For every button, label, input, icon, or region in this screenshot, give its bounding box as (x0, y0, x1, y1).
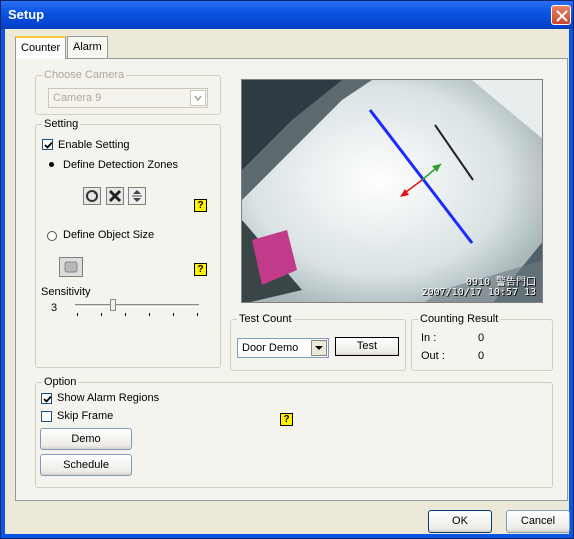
count-in-value: 0 (478, 332, 485, 344)
slider-tick (173, 313, 174, 316)
count-out-value: 0 (478, 350, 485, 362)
checkmark-icon (44, 141, 53, 149)
ok-button[interactable]: OK (428, 510, 492, 533)
window-frame-right (569, 29, 573, 538)
setting-group-label: Setting (42, 118, 81, 130)
title-bar[interactable]: Setup (1, 1, 573, 29)
refresh-zone-button[interactable] (83, 187, 101, 205)
up-down-arrows-icon (132, 190, 142, 202)
camera-dropdown-button[interactable] (190, 90, 206, 106)
tab-counter-label: Counter (21, 42, 61, 54)
close-button[interactable] (551, 5, 571, 25)
detection-zones-help-icon[interactable]: ? (194, 199, 207, 212)
delete-icon (108, 189, 122, 203)
show-alarm-regions-label: Show Alarm Regions (57, 392, 160, 404)
show-alarm-regions-checkbox[interactable] (41, 393, 52, 404)
demo-button[interactable]: Demo (40, 428, 132, 450)
enable-setting-label: Enable Setting (58, 139, 130, 151)
sensitivity-label: Sensitivity (41, 286, 91, 298)
slider-tick (197, 313, 198, 316)
test-count-select-value: Door Demo (242, 342, 299, 354)
demo-button-label: Demo (71, 433, 101, 445)
option-help-icon[interactable]: ? (280, 413, 293, 426)
test-count-label: Test Count (237, 313, 294, 325)
define-object-size-label: Define Object Size (63, 229, 155, 241)
slider-thumb[interactable] (110, 299, 116, 311)
test-count-select[interactable]: Door Demo (237, 338, 329, 358)
counting-result-group: Counting Result (411, 313, 553, 371)
refresh-icon (86, 190, 98, 202)
camera-scene-image (242, 80, 542, 302)
chevron-down-icon (194, 95, 202, 102)
object-size-icon (64, 261, 78, 273)
camera-select-value: Camera 9 (53, 92, 102, 104)
schedule-button-label: Schedule (63, 459, 109, 471)
define-object-size-radio[interactable] (45, 229, 57, 241)
setup-window: Setup Counter Alarm Choose Camera Camera… (0, 0, 574, 539)
schedule-button[interactable]: Schedule (40, 454, 132, 476)
delete-zone-button[interactable] (106, 187, 124, 205)
radio-empty-icon (47, 231, 57, 241)
option-group-label: Option (42, 376, 79, 388)
slider-tick (77, 313, 78, 316)
object-size-button[interactable] (59, 257, 83, 277)
cancel-button[interactable]: Cancel (506, 510, 570, 533)
tab-counter[interactable]: Counter (15, 36, 67, 59)
test-button[interactable]: Test (335, 337, 399, 356)
camera-select[interactable]: Camera 9 (48, 88, 208, 108)
chevron-down-icon (315, 346, 323, 350)
choose-camera-label: Choose Camera (42, 69, 127, 81)
object-size-help-icon[interactable]: ? (194, 263, 207, 276)
counting-result-label: Counting Result (418, 313, 501, 325)
close-icon (556, 10, 568, 22)
enable-setting-checkbox[interactable] (42, 139, 53, 150)
test-count-dropdown-button[interactable] (311, 340, 327, 356)
skip-frame-checkbox[interactable] (41, 411, 52, 422)
tab-alarm-label: Alarm (73, 41, 102, 53)
camera-timestamp-overlay: 0910 警告門口 2007/10/17 10:57 13 (422, 278, 536, 298)
define-detection-zones-label: Define Detection Zones (63, 159, 178, 171)
sensitivity-slider[interactable] (75, 299, 199, 319)
camera-preview: 0910 警告門口 2007/10/17 10:57 13 (241, 79, 543, 303)
slider-tick (101, 313, 102, 316)
sensitivity-value: 3 (51, 302, 58, 314)
slider-tick (149, 313, 150, 316)
window-title: Setup (8, 7, 45, 22)
test-button-label: Test (356, 340, 378, 352)
window-frame-bottom (1, 534, 573, 538)
skip-frame-label: Skip Frame (57, 410, 114, 422)
count-in-label: In : (421, 332, 437, 344)
slider-track (75, 304, 199, 307)
tab-alarm[interactable]: Alarm (67, 36, 108, 58)
checkmark-icon (43, 395, 52, 403)
window-frame-left (1, 29, 5, 538)
define-detection-zones-radio[interactable] (45, 158, 57, 170)
cancel-button-label: Cancel (520, 515, 556, 527)
count-out-label: Out : (421, 350, 445, 362)
slider-tick (125, 313, 126, 316)
camera-overlay-line2: 2007/10/17 10:57 13 (421, 287, 536, 298)
ok-button-label: OK (452, 515, 468, 527)
move-zone-button[interactable] (128, 187, 146, 205)
